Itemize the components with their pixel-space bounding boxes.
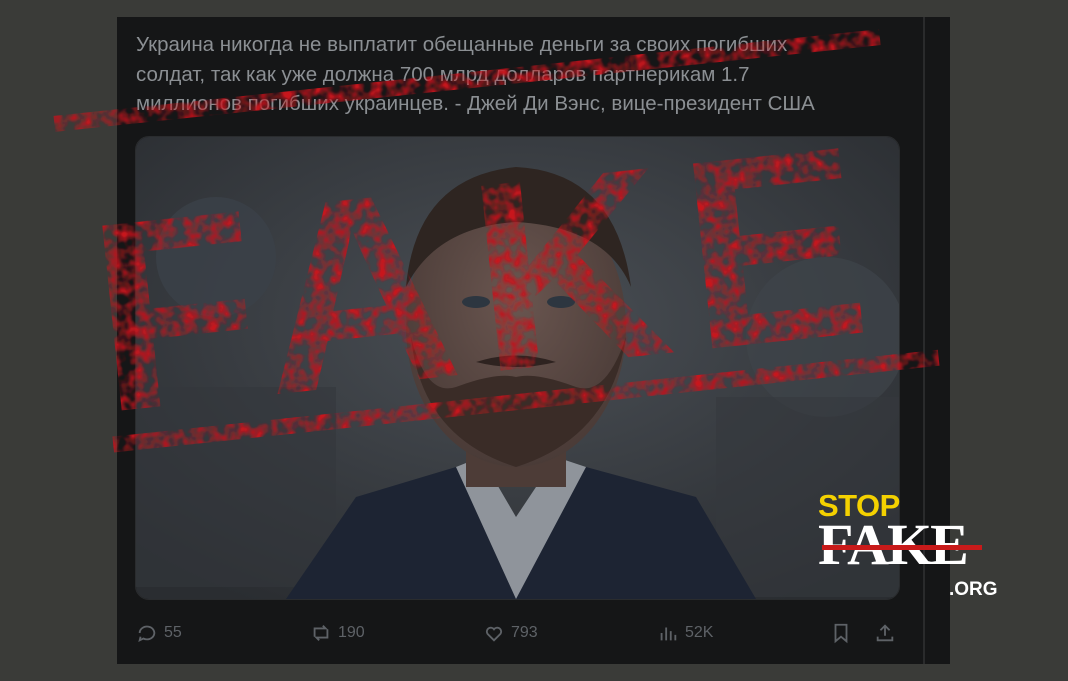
stopfake-org: .ORG [949, 579, 998, 600]
stopfake-logo: STOP FAKE .ORG [818, 488, 1000, 603]
stopfake-strike [822, 545, 982, 550]
